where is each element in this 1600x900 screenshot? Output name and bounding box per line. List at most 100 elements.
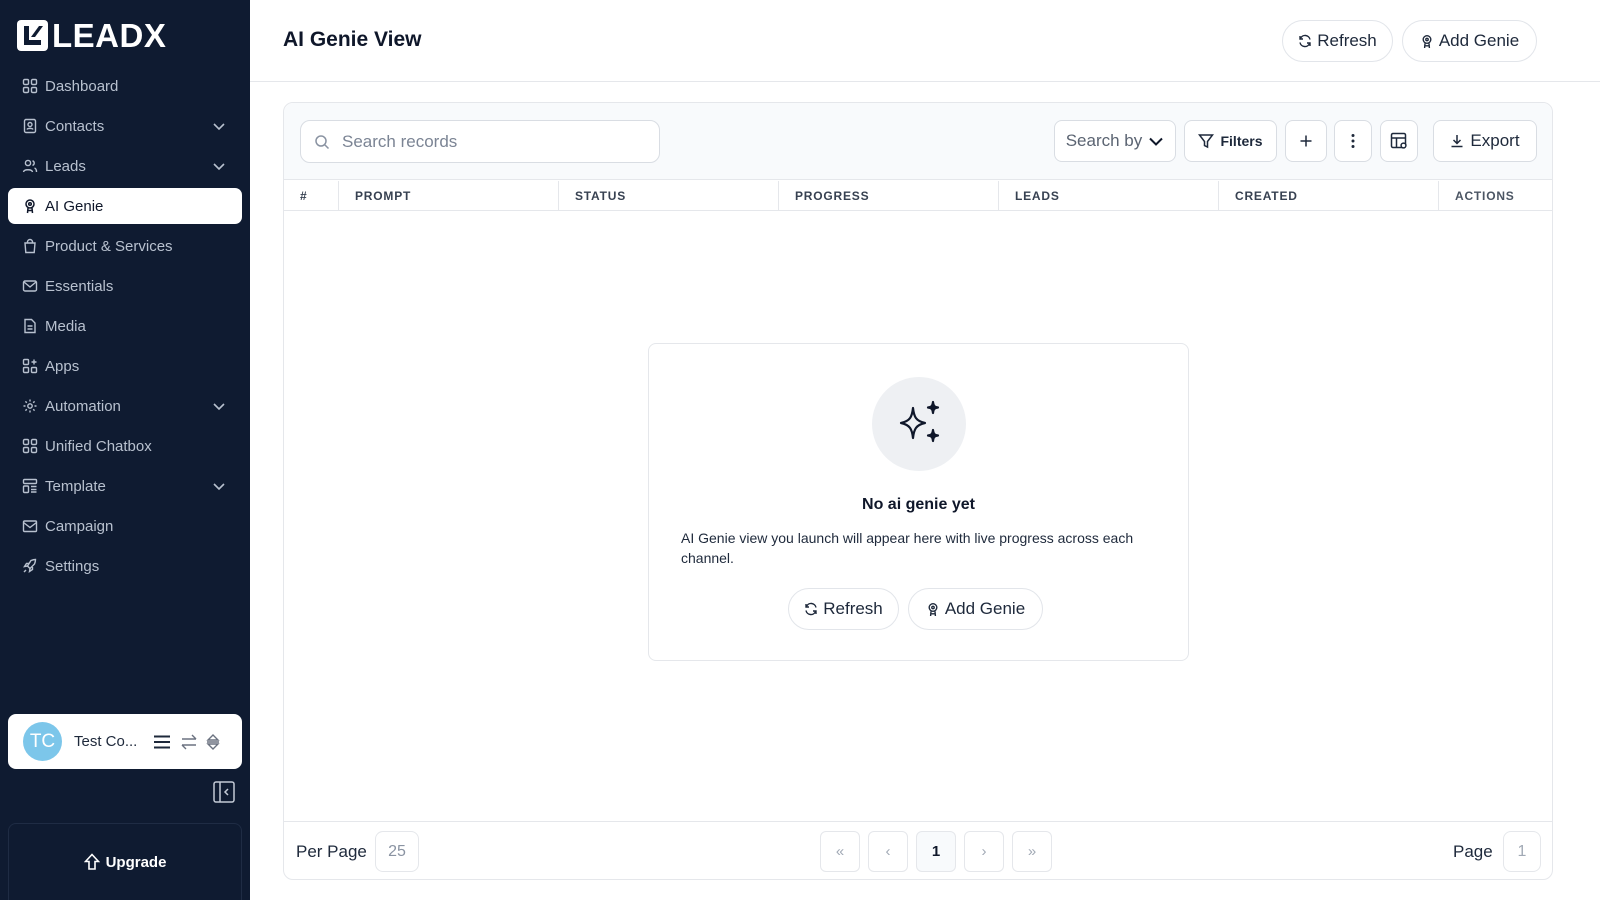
more-options-button[interactable] xyxy=(1334,120,1372,162)
sidebar-item-apps[interactable]: Apps xyxy=(8,348,242,384)
shopping-bag-icon xyxy=(22,238,38,254)
column-header-status[interactable]: STATUS xyxy=(559,181,779,211)
page-header: AI Genie View Refresh Add Genie xyxy=(250,0,1600,82)
pagination-bar: Per Page 25 « ‹ 1 › » Page 1 xyxy=(284,821,1552,880)
sidebar-item-label: Essentials xyxy=(45,277,114,295)
add-genie-label: Add Genie xyxy=(944,599,1026,618)
plus-icon xyxy=(1300,135,1312,147)
column-header-prompt[interactable]: PROMPT xyxy=(339,181,559,211)
refresh-label: Refresh xyxy=(823,599,883,618)
apps-grid-icon xyxy=(22,358,38,374)
search-input[interactable] xyxy=(342,131,632,152)
table-settings-button[interactable] xyxy=(1380,120,1418,162)
sidebar-item-automation[interactable]: Automation xyxy=(8,388,242,424)
upgrade-button[interactable]: Upgrade xyxy=(8,823,242,900)
genie-icon xyxy=(22,198,38,214)
sidebar-item-media[interactable]: Media xyxy=(8,308,242,344)
user-actions xyxy=(152,732,220,752)
refresh-icon xyxy=(1299,34,1311,48)
chevron-down-icon xyxy=(213,123,225,131)
chevron-down-icon xyxy=(213,403,225,411)
menu-icon[interactable] xyxy=(152,732,172,752)
export-button[interactable]: Export xyxy=(1433,120,1537,162)
column-header-index[interactable]: # xyxy=(284,181,339,211)
sparkles-icon xyxy=(872,377,966,471)
user-card[interactable]: TC Test Co... xyxy=(8,714,242,769)
mail-icon xyxy=(22,278,38,294)
filters-button[interactable]: Filters xyxy=(1184,120,1277,162)
export-label: Export xyxy=(1470,131,1520,150)
empty-refresh-button[interactable]: Refresh xyxy=(788,588,899,630)
column-header-actions: ACTIONS xyxy=(1455,189,1515,203)
grid-icon xyxy=(22,78,38,94)
sidebar-item-label: Dashboard xyxy=(45,77,119,95)
more-vertical-icon xyxy=(1351,134,1355,148)
sidebar-item-contacts[interactable]: Contacts xyxy=(8,108,242,144)
sidebar-item-template[interactable]: Template xyxy=(8,468,242,504)
add-genie-label: Add Genie xyxy=(1438,31,1520,50)
sidebar-item-label: Product & Services xyxy=(45,237,173,255)
user-name: Test Co... xyxy=(74,733,138,750)
logo-icon xyxy=(17,20,48,51)
upgrade-arrow-icon xyxy=(83,853,100,870)
chevron-up-down-icon[interactable] xyxy=(206,733,220,751)
search-icon xyxy=(315,134,330,149)
switch-icon[interactable] xyxy=(180,733,198,751)
sidebar-item-essentials[interactable]: Essentials xyxy=(8,268,242,304)
table-settings-icon xyxy=(1390,132,1407,149)
sidebar-item-label: Template xyxy=(45,477,106,495)
search-by-dropdown[interactable]: Search by xyxy=(1054,120,1176,162)
refresh-label: Refresh xyxy=(1317,31,1377,50)
per-page-select[interactable]: 25 xyxy=(375,831,419,872)
users-icon xyxy=(22,158,38,174)
sidebar-item-label: Automation xyxy=(45,397,121,415)
prev-page-button[interactable]: ‹ xyxy=(868,831,908,872)
avatar: TC xyxy=(23,722,62,761)
sidebar-item-label: AI Genie xyxy=(45,197,104,215)
column-header-leads[interactable]: LEADS xyxy=(999,181,1219,211)
genie-icon xyxy=(928,602,938,616)
brand-name: LEADX xyxy=(52,17,167,54)
add-genie-button[interactable]: Add Genie xyxy=(1402,20,1537,62)
page-input[interactable]: 1 xyxy=(1503,831,1541,872)
contact-book-icon xyxy=(22,118,38,134)
records-card: Search by Filters Export # PROMPT STATUS… xyxy=(283,102,1553,880)
sidebar-item-campaign[interactable]: Campaign xyxy=(8,508,242,544)
sidebar-item-leads[interactable]: Leads xyxy=(8,148,242,184)
last-page-button[interactable]: » xyxy=(1012,831,1052,872)
add-column-button[interactable] xyxy=(1285,120,1327,162)
sidebar-item-label: Contacts xyxy=(45,117,105,135)
empty-add-genie-button[interactable]: Add Genie xyxy=(908,588,1043,630)
table-toolbar: Search by Filters Export xyxy=(284,103,1552,180)
file-icon xyxy=(22,318,38,334)
mail-open-icon xyxy=(22,518,38,534)
sidebar-item-dashboard[interactable]: Dashboard xyxy=(8,68,242,104)
search-box[interactable] xyxy=(300,120,660,163)
rocket-icon xyxy=(22,558,38,574)
empty-state-description: AI Genie view you launch will appear her… xyxy=(681,530,1134,566)
column-header-created[interactable]: CREATED xyxy=(1219,181,1439,211)
page-label: Page xyxy=(1453,842,1493,861)
brand-logo[interactable]: LEADX xyxy=(17,17,167,54)
empty-state-title: No ai genie yet xyxy=(862,496,975,513)
sidebar-item-product-services[interactable]: Product & Services xyxy=(8,228,242,264)
chevron-down-icon xyxy=(1149,137,1163,146)
gear-icon xyxy=(22,398,38,414)
sidebar-item-settings[interactable]: Settings xyxy=(8,548,242,584)
column-header-progress[interactable]: PROGRESS xyxy=(779,181,999,211)
template-icon xyxy=(22,478,38,494)
first-page-button[interactable]: « xyxy=(820,831,860,872)
sidebar-collapse-icon[interactable] xyxy=(213,781,235,803)
grid-icon xyxy=(22,438,38,454)
sidebar-item-label: Leads xyxy=(45,157,86,175)
sidebar-item-ai-genie[interactable]: AI Genie xyxy=(8,188,242,224)
refresh-button[interactable]: Refresh xyxy=(1282,20,1393,62)
page-number-button[interactable]: 1 xyxy=(916,831,956,872)
next-page-button[interactable]: › xyxy=(964,831,1004,872)
sidebar-nav: Dashboard Contacts Leads AI Genie Produc… xyxy=(8,68,242,588)
sidebar-item-label: Unified Chatbox xyxy=(45,437,152,455)
refresh-icon xyxy=(805,602,817,616)
chevron-down-icon xyxy=(213,483,225,491)
sidebar-item-label: Apps xyxy=(45,357,80,375)
sidebar-item-unified-chatbox[interactable]: Unified Chatbox xyxy=(8,428,242,464)
